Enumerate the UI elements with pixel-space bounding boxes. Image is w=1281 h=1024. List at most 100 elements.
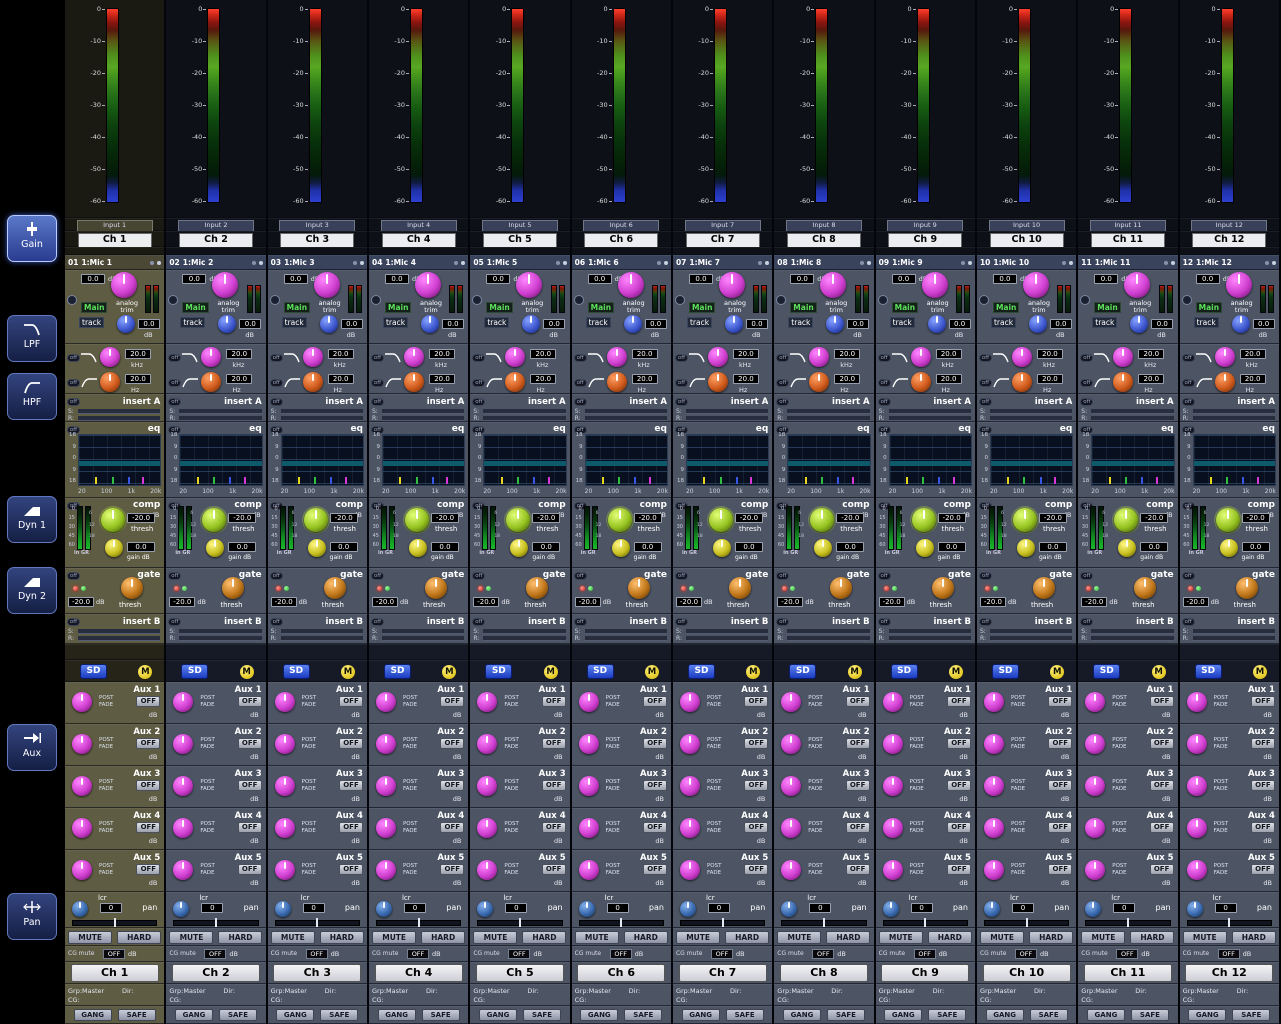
insert-a-off-button[interactable]: off	[472, 398, 486, 406]
send-patch-display[interactable]	[787, 629, 870, 634]
pan-value[interactable]: 0	[201, 903, 224, 913]
gate-threshold-knob[interactable]	[627, 577, 650, 599]
fader-position-track[interactable]	[375, 918, 462, 927]
insert-a-off-button[interactable]: off	[1181, 398, 1195, 406]
digital-gain-knob[interactable]	[522, 315, 541, 333]
return-patch-display[interactable]	[483, 636, 566, 641]
gang-button[interactable]: GANG	[884, 1009, 923, 1021]
aux-on-off-button[interactable]: OFF	[845, 696, 870, 707]
channel-name[interactable]: Ch 7	[685, 233, 760, 248]
analog-trim-knob[interactable]	[1022, 272, 1049, 298]
return-patch-display[interactable]	[179, 636, 262, 641]
aux-send-knob[interactable]	[983, 692, 1004, 712]
comp-gain-value[interactable]: 0.0	[633, 542, 662, 552]
aux-on-off-button[interactable]: OFF	[946, 822, 971, 833]
digital-gain-knob[interactable]	[420, 315, 439, 333]
cg-mute-value[interactable]: OFF	[710, 949, 733, 959]
comp-threshold-knob[interactable]	[911, 508, 936, 532]
send-patch-display[interactable]	[584, 629, 667, 634]
safe-button[interactable]: SAFE	[218, 1009, 257, 1021]
aux-send-knob[interactable]	[173, 692, 194, 712]
analog-trim-knob[interactable]	[313, 272, 340, 298]
main-bus-label[interactable]: Main	[891, 302, 919, 313]
pan-knob[interactable]	[1085, 901, 1102, 917]
return-patch-display[interactable]	[78, 636, 161, 641]
send-patch-display[interactable]	[1091, 629, 1174, 634]
channel-name-bottom[interactable]: Ch 12	[1185, 964, 1274, 982]
comp-gain-knob[interactable]	[1016, 539, 1035, 557]
aux-send-knob[interactable]	[375, 818, 396, 838]
lpf-off-button[interactable]: off	[674, 354, 688, 362]
cg-mute-value[interactable]: OFF	[1217, 949, 1240, 959]
eq-graph[interactable]	[989, 434, 1074, 486]
hpf-freq-value[interactable]: 20.0	[428, 374, 455, 384]
channel-name[interactable]: Ch 11	[1090, 233, 1165, 248]
aux-send-knob[interactable]	[1186, 818, 1207, 838]
trim-value[interactable]: 0.0	[948, 319, 971, 329]
return-patch-display[interactable]	[888, 636, 971, 641]
pan-value[interactable]: 0	[809, 903, 832, 913]
trim-value[interactable]: 0.0	[441, 319, 464, 329]
main-bus-label[interactable]: Main	[790, 302, 817, 313]
aux-send-knob[interactable]	[882, 860, 903, 880]
hard-button[interactable]: HARD	[117, 931, 162, 944]
aux-send-knob[interactable]	[1186, 860, 1207, 880]
fader-position-track[interactable]	[477, 918, 563, 927]
lpf-freq-knob[interactable]	[809, 347, 830, 367]
digital-gain-value[interactable]: 0.0	[992, 274, 1017, 284]
channel-name-bottom[interactable]: Ch 9	[881, 964, 970, 982]
aux-send-knob[interactable]	[477, 734, 498, 754]
safe-button[interactable]: SAFE	[117, 1009, 156, 1021]
aux-on-off-button[interactable]: OFF	[541, 696, 566, 707]
comp-threshold-knob[interactable]	[202, 508, 227, 532]
comp-threshold-knob[interactable]	[404, 508, 429, 532]
insert-a-off-button[interactable]: off	[67, 398, 80, 406]
hard-button[interactable]: HARD	[522, 931, 567, 944]
send-patch-display[interactable]	[1192, 629, 1275, 634]
digital-gain-value[interactable]: 0.0	[688, 274, 713, 284]
sidebar-button-pan[interactable]: Pan	[7, 893, 57, 940]
return-patch-display[interactable]	[179, 416, 262, 421]
cg-mute-value[interactable]: OFF	[406, 949, 429, 959]
track-label[interactable]: track	[1092, 317, 1118, 328]
return-patch-display[interactable]	[787, 416, 870, 421]
hard-button[interactable]: HARD	[1231, 931, 1276, 944]
channel-name[interactable]: Ch 8	[786, 233, 861, 248]
channel-name-bottom[interactable]: Ch 1	[70, 964, 159, 982]
channel-name[interactable]: Ch 1	[77, 233, 152, 248]
send-patch-display[interactable]	[685, 409, 769, 414]
eq-graph[interactable]	[787, 434, 871, 486]
return-patch-display[interactable]	[787, 636, 870, 641]
aux-on-off-button[interactable]: OFF	[1149, 696, 1174, 707]
analog-trim-knob[interactable]	[414, 272, 441, 298]
gate-threshold-knob[interactable]	[830, 577, 853, 599]
gate-threshold-value[interactable]: -20.0	[1081, 597, 1108, 607]
channel-name-bottom[interactable]: Ch 8	[779, 964, 868, 982]
lpf-freq-value[interactable]: 20.0	[631, 349, 658, 359]
aux-send-knob[interactable]	[72, 776, 92, 796]
gate-threshold-value[interactable]: -20.0	[675, 597, 702, 607]
aux-send-knob[interactable]	[679, 692, 700, 712]
sd-button[interactable]: SD	[80, 664, 107, 679]
aux-on-off-button[interactable]: OFF	[541, 822, 566, 833]
pan-value[interactable]: 0	[100, 903, 122, 913]
comp-gain-knob[interactable]	[307, 539, 326, 557]
aux-on-off-button[interactable]: OFF	[136, 864, 161, 875]
cg-mute-value[interactable]: OFF	[1014, 949, 1037, 959]
hpf-freq-knob[interactable]	[505, 372, 526, 392]
main-bus-label[interactable]: Main	[384, 302, 412, 313]
mute-group-button[interactable]: M	[138, 665, 153, 679]
main-bus-label[interactable]: Main	[283, 302, 311, 313]
aux-send-knob[interactable]	[781, 860, 802, 880]
return-patch-display[interactable]	[685, 636, 769, 641]
eq-graph[interactable]	[381, 434, 466, 486]
comp-threshold-knob[interactable]	[1215, 508, 1240, 532]
insert-b-off-button[interactable]: off	[472, 618, 486, 626]
sd-button[interactable]: SD	[991, 664, 1019, 679]
aux-on-off-button[interactable]: OFF	[1149, 864, 1174, 875]
lpf-off-button[interactable]: off	[370, 354, 384, 362]
analog-trim-knob[interactable]	[212, 272, 239, 298]
safe-button[interactable]: SAFE	[725, 1009, 764, 1021]
aux-send-knob[interactable]	[173, 818, 194, 838]
hpf-freq-value[interactable]: 20.0	[732, 374, 759, 384]
